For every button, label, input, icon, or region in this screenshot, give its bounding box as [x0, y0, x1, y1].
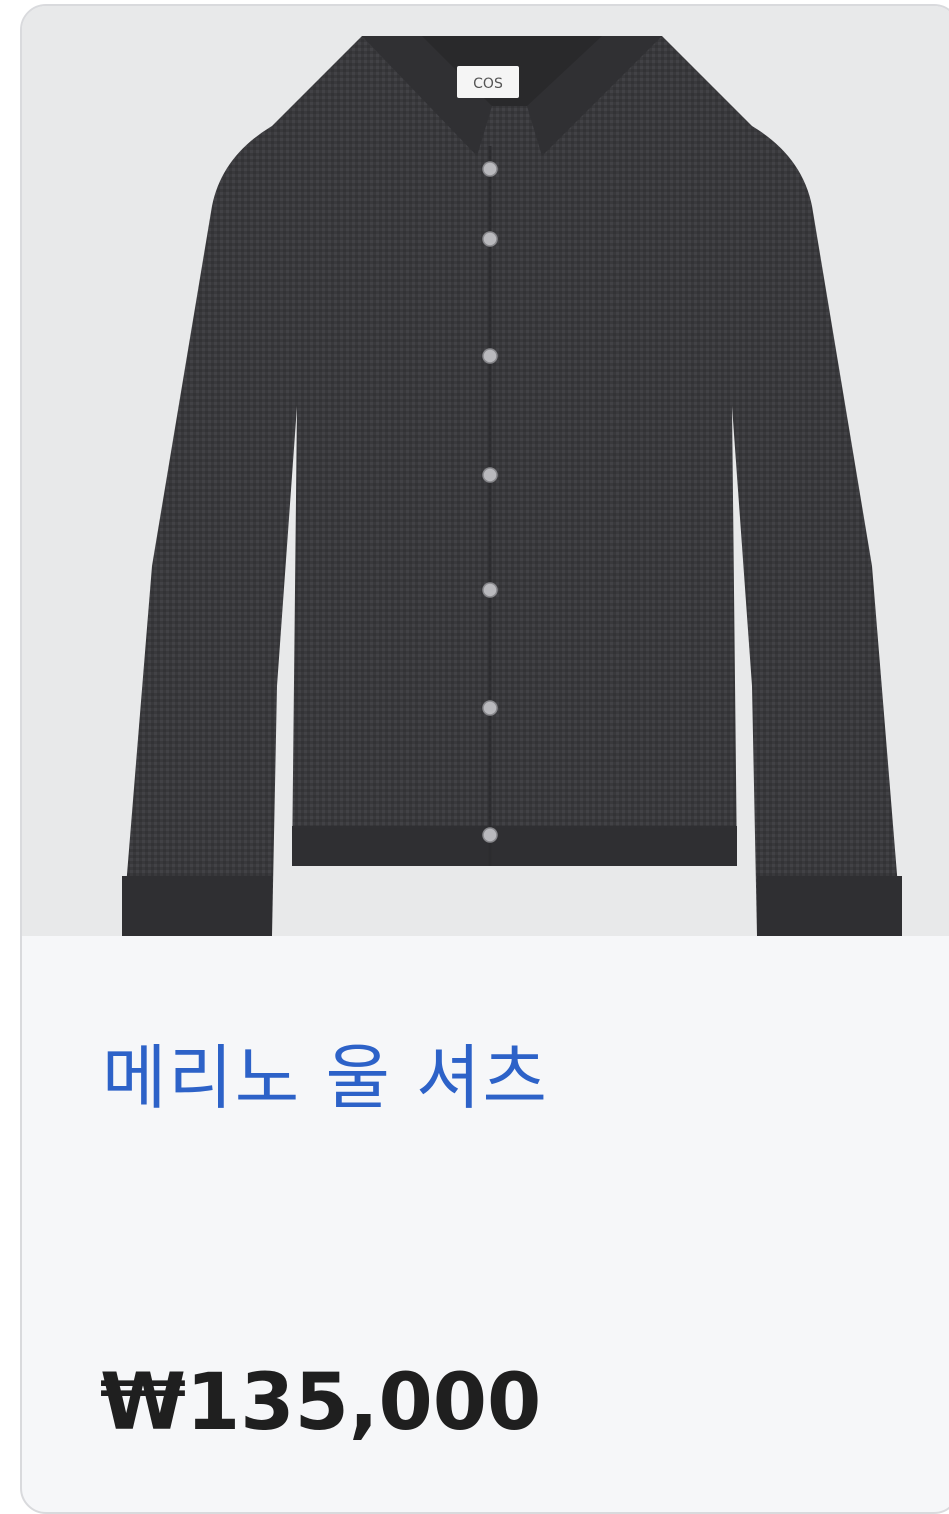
- product-card[interactable]: COS 메리노 울 셔츠 ₩135,000: [20, 4, 949, 1514]
- product-price: ₩135,000: [100, 1358, 542, 1448]
- garment-illustration: COS: [22, 6, 949, 936]
- product-image[interactable]: COS: [22, 6, 949, 936]
- shirt-body: [122, 36, 902, 936]
- brand-label-text: COS: [473, 76, 503, 92]
- product-title[interactable]: 메리노 울 셔츠: [102, 1036, 549, 1120]
